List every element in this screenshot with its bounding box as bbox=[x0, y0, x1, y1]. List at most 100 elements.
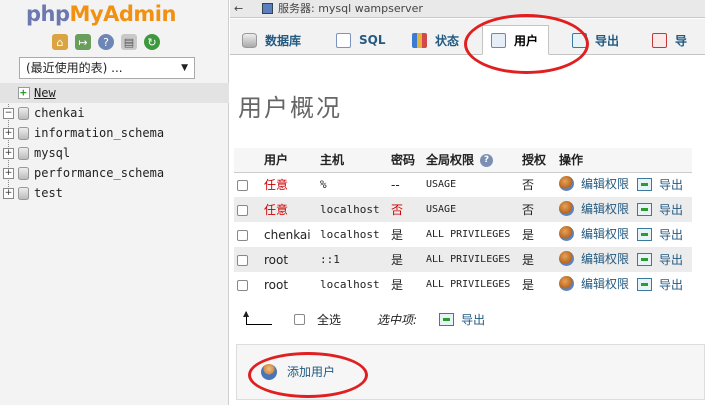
tab-status[interactable]: 状态 bbox=[412, 25, 459, 55]
row-checkbox-cell bbox=[234, 272, 261, 297]
recent-tables-select[interactable]: (最近使用的表) ... ▼ bbox=[19, 57, 195, 79]
cell-user: 任意 bbox=[261, 197, 317, 222]
cell-grant: 是 bbox=[519, 272, 556, 297]
edit-privileges-link[interactable]: 编辑权限 bbox=[559, 250, 629, 267]
tree-item-db[interactable]: − chenkai bbox=[0, 103, 229, 123]
export-icon bbox=[637, 253, 653, 266]
users-table: 用户 主机 密码 全局权限? 授权 操作 任意% -- USAGE 否编辑权限 导出 任意… bbox=[234, 148, 692, 297]
export-icon bbox=[637, 228, 653, 241]
add-user-link[interactable]: 添加用户 bbox=[261, 363, 335, 380]
tree-item-db[interactable]: + performance_schema bbox=[0, 163, 229, 183]
cell-privileges: ALL PRIVILEGES bbox=[423, 272, 519, 297]
edit-privileges-link[interactable]: 编辑权限 bbox=[559, 225, 629, 242]
select-all-label[interactable]: 全选 bbox=[317, 311, 341, 328]
row-checkbox[interactable] bbox=[237, 229, 248, 241]
add-user-fieldset: 添加用户 bbox=[236, 344, 705, 400]
export-link[interactable]: 导出 bbox=[637, 226, 683, 243]
help-icon[interactable]: ? bbox=[480, 154, 494, 168]
row-checkbox[interactable] bbox=[237, 179, 248, 191]
cell-privileges: ALL PRIVILEGES bbox=[423, 222, 519, 247]
edit-privileges-link[interactable]: 编辑权限 bbox=[559, 275, 629, 292]
cell-host: localhost bbox=[317, 272, 388, 297]
row-checkbox[interactable] bbox=[237, 254, 248, 266]
cell-grant: 是 bbox=[519, 222, 556, 247]
expand-icon[interactable]: − bbox=[3, 107, 14, 119]
navigation-sidebar: phpMyAdmin ⌂ ↦ ? ▤ ↻ (最近使用的表) ... ▼ + New… bbox=[0, 0, 229, 405]
chevron-down-icon: ▼ bbox=[181, 63, 188, 73]
tab-export[interactable]: 导出 bbox=[572, 25, 619, 55]
cell-host: localhost bbox=[317, 197, 388, 222]
row-checkbox-cell bbox=[234, 197, 261, 222]
cell-actions: 编辑权限 导出 bbox=[556, 172, 692, 197]
row-checkbox-cell bbox=[234, 172, 261, 197]
sql-icon bbox=[336, 32, 351, 48]
edit-privileges-link[interactable]: 编辑权限 bbox=[559, 200, 629, 217]
export-link[interactable]: 导出 bbox=[637, 176, 683, 193]
cell-password: 是 bbox=[388, 247, 423, 272]
expand-icon[interactable]: + bbox=[3, 127, 14, 139]
cell-host: % bbox=[317, 172, 388, 197]
cell-privileges: ALL PRIVILEGES bbox=[423, 247, 519, 272]
expand-icon[interactable]: + bbox=[3, 147, 14, 159]
cell-grant: 否 bbox=[519, 197, 556, 222]
tree-item-label[interactable]: information_schema bbox=[34, 123, 164, 143]
tree-item-db[interactable]: + test bbox=[0, 183, 229, 203]
reload-icon[interactable]: ↻ bbox=[144, 34, 160, 50]
users-icon bbox=[491, 32, 506, 48]
row-checkbox[interactable] bbox=[237, 204, 248, 216]
docs-icon[interactable]: ▤ bbox=[121, 34, 137, 50]
breadcrumb: ← 服务器: mysql wampserver bbox=[230, 0, 705, 18]
tree-item-label[interactable]: chenkai bbox=[34, 103, 85, 123]
header-host[interactable]: 主机 bbox=[317, 148, 388, 173]
back-arrow-icon[interactable]: ← bbox=[234, 0, 243, 17]
cell-host: localhost bbox=[317, 222, 388, 247]
export-icon bbox=[439, 312, 455, 326]
edit-privileges-link[interactable]: 编辑权限 bbox=[559, 175, 629, 192]
database-tree: + New − chenkai + information_schema + mysql + pe… bbox=[0, 83, 229, 203]
expand-icon[interactable]: + bbox=[3, 187, 14, 199]
header-checkbox-col bbox=[234, 148, 261, 173]
tab-users[interactable]: 用户 bbox=[482, 25, 550, 55]
select-all-checkbox[interactable] bbox=[294, 313, 305, 325]
tree-item-label[interactable]: mysql bbox=[34, 143, 70, 163]
row-checkbox[interactable] bbox=[237, 279, 248, 291]
cell-user: 任意 bbox=[261, 172, 317, 197]
tree-item-label[interactable]: test bbox=[34, 183, 63, 203]
cell-password: 否 bbox=[388, 197, 423, 222]
tree-item-label[interactable]: performance_schema bbox=[34, 163, 164, 183]
export-link[interactable]: 导出 bbox=[637, 276, 683, 293]
database-icon bbox=[18, 186, 29, 200]
help-icon[interactable]: ? bbox=[98, 34, 114, 50]
bulk-actions: ▲ 全选 选中项: 导出 bbox=[243, 309, 485, 328]
cell-actions: 编辑权限 导出 bbox=[556, 272, 692, 297]
edit-privileges-icon bbox=[559, 201, 574, 216]
tab-databases[interactable]: 数据库 bbox=[242, 25, 301, 55]
export-icon bbox=[637, 203, 653, 216]
main-panel: ← 服务器: mysql wampserver 数据库 SQL 状态 用户 导出… bbox=[230, 0, 705, 405]
cell-actions: 编辑权限 导出 bbox=[556, 222, 692, 247]
tree-item-db[interactable]: + information_schema bbox=[0, 123, 229, 143]
select-arrow-icon: ▲ bbox=[243, 309, 272, 326]
expand-icon[interactable]: + bbox=[3, 167, 14, 179]
cell-user: root bbox=[261, 272, 317, 297]
logout-icon[interactable]: ↦ bbox=[75, 34, 91, 50]
home-icon[interactable]: ⌂ bbox=[52, 34, 68, 50]
tab-sql[interactable]: SQL bbox=[336, 25, 386, 55]
phpmyadmin-logo[interactable]: phpMyAdmin bbox=[26, 2, 176, 26]
tab-import[interactable]: 导 bbox=[652, 25, 687, 55]
bulk-export-button[interactable]: 导出 bbox=[439, 311, 485, 328]
breadcrumb-server[interactable]: 服务器: mysql wampserver bbox=[278, 0, 423, 17]
main-tabs: 数据库 SQL 状态 用户 导出 导 bbox=[230, 19, 705, 55]
tree-item-new[interactable]: + New bbox=[0, 83, 229, 103]
cell-user: chenkai bbox=[261, 222, 317, 247]
row-checkbox-cell bbox=[234, 247, 261, 272]
export-icon bbox=[572, 32, 587, 48]
cell-privileges: USAGE bbox=[423, 197, 519, 222]
tree-item-label[interactable]: New bbox=[34, 83, 56, 103]
export-link[interactable]: 导出 bbox=[637, 251, 683, 268]
header-user[interactable]: 用户 bbox=[261, 148, 317, 173]
export-link[interactable]: 导出 bbox=[637, 201, 683, 218]
tree-item-db[interactable]: + mysql bbox=[0, 143, 229, 163]
header-password: 密码 bbox=[388, 148, 423, 173]
cell-password: 是 bbox=[388, 272, 423, 297]
